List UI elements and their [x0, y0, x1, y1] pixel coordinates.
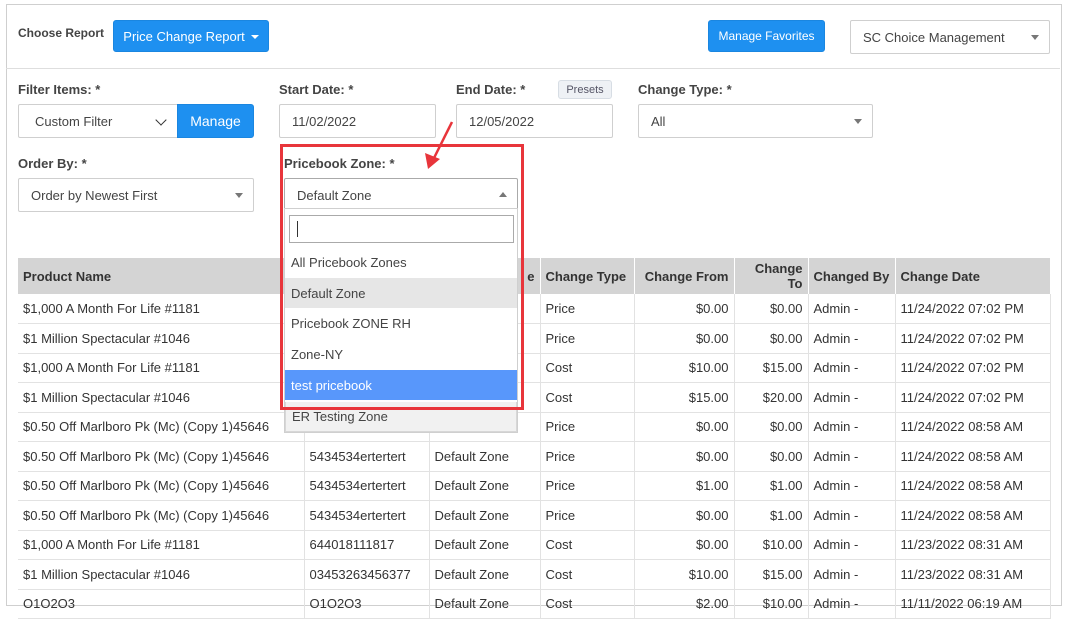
annotation-arrow [425, 121, 454, 169]
arrow-head [425, 153, 440, 169]
arrow-line [431, 121, 454, 161]
